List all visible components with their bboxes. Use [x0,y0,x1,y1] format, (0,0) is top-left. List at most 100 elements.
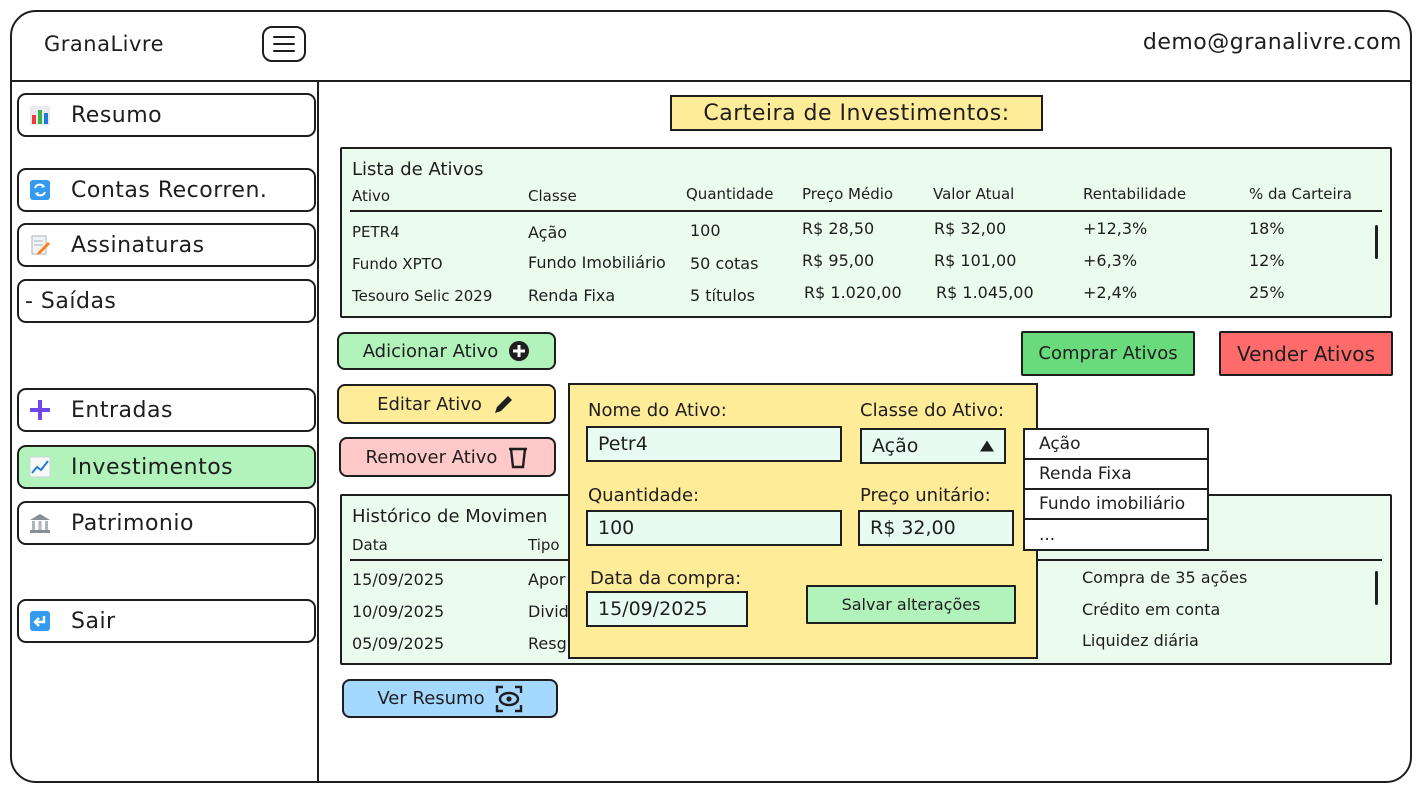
sidebar-item-assinaturas[interactable]: Assinaturas [17,223,316,267]
edit-asset-button[interactable]: Editar Ativo [337,384,556,424]
sidebar-item-label: Investimentos [71,454,234,480]
table-cell: 15/09/2025 [352,570,445,589]
table-cell: Crédito em conta [1082,600,1221,619]
bank-icon [29,512,51,534]
table-cell: PETR4 [352,223,400,241]
sidebar-item-resumo[interactable]: Resumo [17,93,316,137]
sidebar-item-label: Assinaturas [71,232,205,258]
dropdown-option[interactable]: ... [1025,520,1207,550]
sidebar-item-investimentos[interactable]: Investimentos [17,445,316,489]
view-summary-button[interactable]: Ver Resumo [342,679,558,718]
table-cell: +2,4% [1083,283,1138,302]
asset-list-panel: Lista de Ativos Ativo Classe Quantidade … [340,147,1392,318]
sidebar-item-label: - Saídas [25,288,117,314]
memo-icon [29,234,51,256]
sell-assets-label: Vender Ativos [1237,341,1375,366]
column-header: Rentabilidade [1083,185,1187,203]
menu-line [273,43,295,45]
table-cell: R$ 1.020,00 [804,283,902,302]
column-header: Valor Atual [933,185,1015,203]
hamburger-menu-button[interactable] [262,26,306,62]
edit-asset-modal: Nome do Ativo: Petr4 Classe do Ativo: Aç… [568,383,1038,659]
add-asset-button[interactable]: Adicionar Ativo [337,332,556,370]
date-label: Data da compra: [590,568,742,589]
header-divider [10,80,1412,82]
history-title: Histórico de Movimen [352,506,548,527]
table-cell: +12,3% [1083,219,1148,238]
buy-assets-label: Comprar Ativos [1038,343,1178,364]
table-cell: 05/09/2025 [352,634,445,653]
unit-price-input[interactable]: R$ 32,00 [858,510,1014,546]
name-label: Nome do Ativo: [588,400,727,421]
table-cell: Ação [528,223,568,242]
table-cell: Fundo Imobiliário [528,253,666,272]
column-header: Tipo [528,536,560,554]
dropdown-option[interactable]: Fundo imobiliário [1025,490,1207,520]
table-cell: Liquidez diária [1082,631,1199,650]
plus-circle-icon [508,340,530,362]
sidebar-item-entradas[interactable]: Entradas [17,388,316,432]
asset-class-value: Ação [872,435,919,457]
dropdown-option[interactable]: Ação [1025,430,1207,460]
quantity-label: Quantidade: [588,485,700,506]
table-cell: Compra de 35 ações [1082,568,1248,587]
refresh-icon [29,179,51,201]
remove-asset-label: Remover Ativo [365,446,498,468]
sidebar-item-patrimonio[interactable]: Patrimonio [17,501,316,545]
table-cell: Resg [528,634,567,653]
save-changes-button[interactable]: Salvar alterações [806,585,1016,624]
column-header: Classe [528,187,577,205]
edit-asset-label: Editar Ativo [377,393,482,415]
table-cell: 25% [1249,283,1285,302]
table-cell: Apor [528,570,566,589]
table-cell: 5 títulos [690,286,755,305]
table-cell: +6,3% [1083,251,1138,270]
asset-list-title: Lista de Ativos [352,159,484,180]
table-cell: R$ 95,00 [802,251,875,270]
sell-assets-button[interactable]: Vender Ativos [1219,331,1393,376]
table-cell: 12% [1249,251,1285,270]
table-cell: R$ 32,00 [934,219,1007,238]
sidebar-item-label: Resumo [71,102,163,128]
menu-line [273,50,295,52]
purchase-date-input[interactable]: 15/09/2025 [586,591,748,627]
buy-assets-button[interactable]: Comprar Ativos [1021,331,1195,376]
table-cell: R$ 101,00 [934,251,1017,270]
table-cell: R$ 1.045,00 [936,283,1034,302]
sidebar-divider [317,82,319,782]
sidebar-item-saidas[interactable]: - Saídas [17,279,316,323]
table-cell: 18% [1249,219,1285,238]
table-cell: R$ 28,50 [802,219,875,238]
chart-up-icon [29,456,51,478]
asset-class-dropdown: Ação Renda Fixa Fundo imobiliário ... [1023,428,1209,551]
table-cell: 100 [690,221,721,240]
asset-name-input[interactable]: Petr4 [586,426,842,462]
table-cell: Tesouro Selic 2029 [352,287,493,305]
table-header-divider [350,210,1382,212]
scrollbar-thumb[interactable] [1375,225,1378,259]
column-header: Ativo [352,187,391,205]
add-asset-label: Adicionar Ativo [362,340,499,362]
column-header: Data [352,536,388,554]
class-label: Classe do Ativo: [860,400,1005,421]
save-changes-label: Salvar alterações [841,595,981,614]
table-cell: 50 cotas [690,254,759,273]
asset-class-select[interactable]: Ação [860,428,1006,464]
remove-asset-button[interactable]: Remover Ativo [339,437,556,477]
view-summary-label: Ver Resumo [377,688,485,709]
bar-chart-icon [29,104,51,126]
column-header: Preço Médio [802,185,894,203]
plus-icon [29,399,51,421]
sidebar-item-label: Contas Recorren. [71,177,268,203]
scrollbar-thumb[interactable] [1375,571,1378,605]
column-header: Quantidade [686,185,774,203]
table-cell: Fundo XPTO [352,255,443,273]
app-title: GranaLivre [44,32,165,56]
page-title: Carteira de Investimentos: [670,95,1043,131]
quantity-input[interactable]: 100 [586,510,842,546]
sidebar-item-sair[interactable]: Sair [17,599,316,643]
table-cell: Divid [528,602,569,621]
sidebar-item-contas-recorrentes[interactable]: Contas Recorren. [17,168,316,212]
table-cell: Renda Fixa [528,286,616,305]
dropdown-option[interactable]: Renda Fixa [1025,460,1207,490]
